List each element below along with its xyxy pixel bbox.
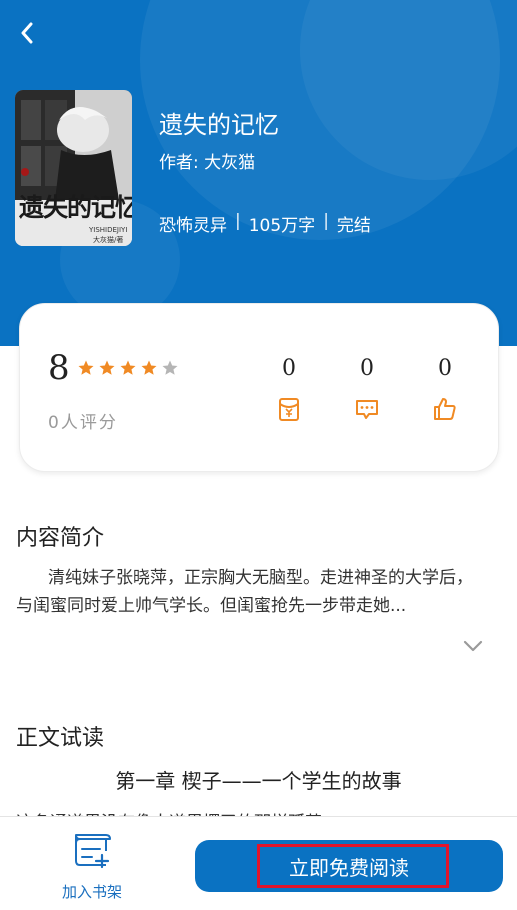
book-meta: 恐怖灵异 | 105万字 | 完结 — [159, 211, 371, 236]
star-filled-icon — [120, 360, 136, 375]
chevron-left-icon — [21, 22, 33, 44]
back-button[interactable] — [12, 18, 42, 48]
bookshelf-icon — [75, 834, 111, 869]
add-to-shelf-label: 加入书架 — [61, 883, 122, 901]
stat-like-count: 0 — [438, 356, 452, 381]
intro-text: 清纯妹子张晓萍，正宗胸大无脑型。走进神圣的大学后，与闺蜜同时爱上帅气学长。但闺蜜… — [16, 568, 473, 616]
stat-comment[interactable]: 0 — [347, 356, 387, 422]
bottom-action-bar: 加入书架 立即免费阅读 — [0, 816, 517, 910]
star-empty-icon — [162, 360, 178, 375]
chapter-title: 第一章 楔子——一个学生的故事 — [115, 769, 402, 793]
meta-separator: | — [235, 211, 241, 231]
chevron-down-icon — [463, 640, 483, 652]
cover-subtitle: YISHIDEJIYI — [89, 226, 128, 234]
stat-reward-count: 0 — [282, 356, 296, 381]
rating-card: 8 0人评分 0 0 0 — [19, 303, 499, 472]
read-free-button[interactable]: 立即免费阅读 — [195, 840, 503, 892]
rating-count: 0人评分 — [48, 413, 118, 433]
comment-icon[interactable] — [354, 396, 380, 422]
book-word-count: 105万字 — [248, 216, 316, 236]
rating-stars — [77, 359, 179, 377]
thumbs-up-icon[interactable] — [432, 396, 458, 422]
star-filled-icon — [78, 360, 94, 375]
trial-heading: 正文试读 — [16, 726, 105, 751]
intro-heading: 内容简介 — [16, 526, 105, 551]
add-to-shelf-button[interactable]: 加入书架 — [40, 831, 144, 903]
read-free-label: 立即免费阅读 — [289, 855, 409, 880]
book-author: 作者: 大灰猫 — [159, 153, 256, 173]
book-status: 完结 — [336, 216, 371, 236]
book-title: 遗失的记忆 — [159, 111, 279, 139]
cover-title: 遗失的记忆 — [19, 193, 132, 222]
book-header: 遗失的记忆 YISHIDEJIYI 大灰猫/著 遗失的记忆 作者: 大灰猫 恐怖… — [0, 0, 517, 346]
cover-author: 大灰猫/著 — [93, 236, 124, 244]
star-filled-icon — [141, 360, 157, 375]
rating-score: 8 — [48, 348, 70, 388]
red-envelope-icon[interactable] — [276, 396, 302, 422]
meta-separator: | — [323, 211, 329, 231]
stat-reward[interactable]: 0 — [269, 356, 309, 422]
stat-like[interactable]: 0 — [425, 356, 465, 422]
star-filled-icon — [99, 360, 115, 375]
stat-comment-count: 0 — [360, 356, 374, 381]
book-cover: 遗失的记忆 YISHIDEJIYI 大灰猫/著 — [15, 90, 132, 246]
book-genre: 恐怖灵异 — [159, 216, 227, 236]
expand-intro-button[interactable] — [461, 636, 485, 656]
